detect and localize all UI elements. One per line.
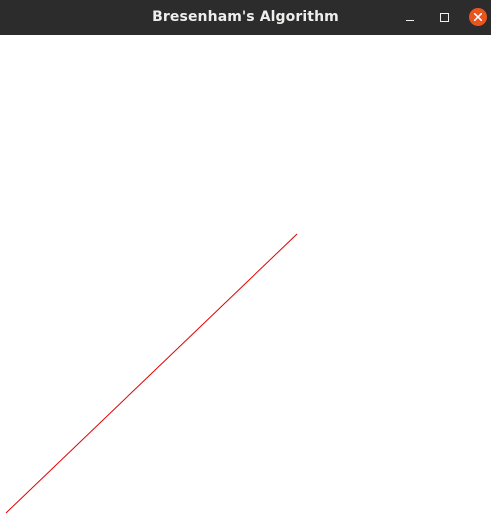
maximize-icon	[439, 12, 449, 22]
maximize-button[interactable]	[434, 7, 454, 27]
drawing-canvas[interactable]	[0, 35, 491, 529]
minimize-icon	[406, 19, 414, 21]
close-button[interactable]	[468, 7, 488, 27]
close-icon	[469, 8, 487, 26]
title-bar[interactable]: Bresenham's Algorithm	[0, 0, 491, 35]
minimize-button[interactable]	[400, 7, 420, 27]
app-window: Bresenham's Algorithm	[0, 0, 491, 529]
drawing-surface	[5, 233, 298, 514]
bresenham-line	[5, 233, 298, 514]
